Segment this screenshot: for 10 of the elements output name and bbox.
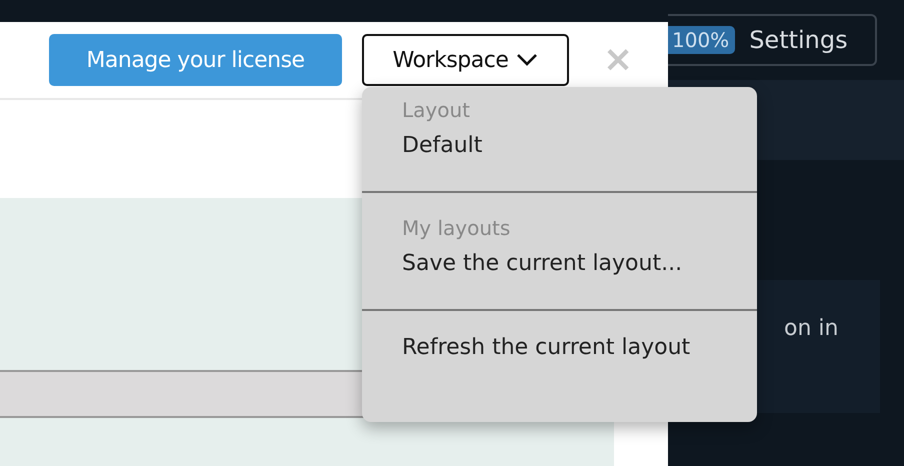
menu-item[interactable]: Default: [402, 131, 482, 161]
settings-button[interactable]: 100% Settings: [668, 14, 877, 66]
menu-section-title: Layout: [402, 97, 470, 123]
menu-item[interactable]: Save the current layout...: [402, 249, 682, 279]
workspace-dropdown-button[interactable]: Workspace: [362, 34, 569, 86]
menu-item[interactable]: Refresh the current layout: [402, 333, 690, 363]
zoom-badge: 100%: [668, 26, 736, 54]
side-card-text: on in: [784, 316, 838, 341]
menu-section-title: My layouts: [402, 215, 510, 241]
chevron-down-icon: [516, 53, 538, 67]
